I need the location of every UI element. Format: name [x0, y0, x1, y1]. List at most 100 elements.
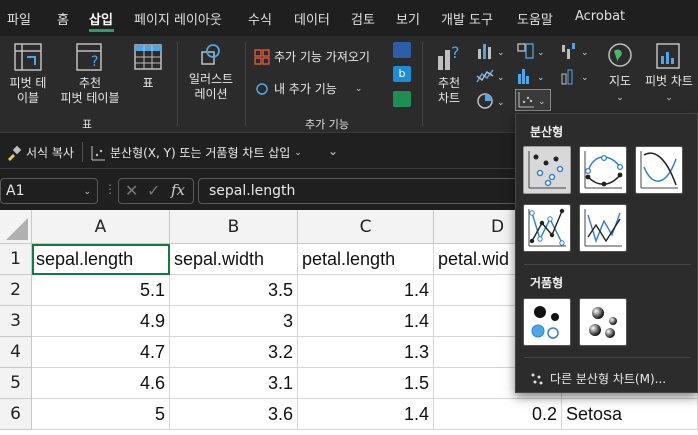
column-header-a[interactable]: A: [32, 210, 170, 244]
tab-help[interactable]: 도움말: [517, 9, 553, 28]
table-label: 표: [142, 76, 154, 90]
hierarchy-chart-button[interactable]: ⌄: [515, 41, 549, 61]
insert-function-button[interactable]: fx: [171, 181, 185, 199]
column-header-c[interactable]: C: [298, 210, 434, 244]
3d-bubble-option[interactable]: [579, 298, 627, 346]
format-painter-label: 서식 복사: [26, 146, 74, 160]
cell-b3[interactable]: 3: [170, 306, 298, 337]
cell-b5[interactable]: 3.1: [170, 368, 298, 399]
visio-icon[interactable]: [393, 42, 411, 58]
insert-scatter-button[interactable]: 분산형(X, Y) 또는 거품형 차트 삽입 ⌄: [90, 144, 302, 161]
scatter-straight-markers-option[interactable]: [523, 204, 571, 252]
row-header[interactable]: 1: [0, 244, 32, 275]
format-painter-button[interactable]: 서식 복사: [6, 144, 74, 161]
tables-group-label: 표: [82, 118, 93, 131]
tab-acrobat[interactable]: Acrobat: [575, 9, 625, 24]
menu-bar: 파일 홈 삽입 페이지 레이아웃 수식 데이터 검토 보기 개발 도구 도움말 …: [0, 0, 698, 36]
column-chart-icon: ⌄: [478, 44, 505, 59]
tab-page-layout[interactable]: 페이지 레이아웃: [134, 9, 222, 28]
cell-b6[interactable]: 3.6: [170, 399, 298, 430]
tab-view[interactable]: 보기: [396, 9, 420, 28]
row-header[interactable]: 3: [0, 306, 32, 337]
pie-chart-button[interactable]: ⌄: [475, 91, 509, 111]
statistic-chart-button[interactable]: ⌄: [515, 66, 549, 86]
scatter-section-header: 분산형: [530, 125, 564, 139]
row-header[interactable]: 4: [0, 337, 32, 368]
cell-a2[interactable]: 5.1: [32, 275, 170, 306]
bubble-option[interactable]: [523, 298, 571, 346]
tab-review[interactable]: 검토: [351, 9, 375, 28]
ribbon-separator: [245, 42, 246, 126]
row-header[interactable]: 2: [0, 275, 32, 306]
tab-developer[interactable]: 개발 도구: [441, 9, 493, 28]
recommended-pivot-button[interactable]: ? 추천 피벗 테이블: [54, 42, 126, 106]
cell-b2[interactable]: 3.5: [170, 275, 298, 306]
name-box[interactable]: A1 ⌄: [0, 178, 98, 204]
cell-c6[interactable]: 1.4: [298, 399, 434, 430]
tab-home[interactable]: 홈: [57, 9, 69, 28]
bing-icon[interactable]: b: [393, 66, 411, 82]
formula-tools: ✕ ✓ fx: [118, 178, 194, 204]
3d-bubble-chart-icon: [589, 307, 617, 338]
addins-group-label: 추가 기능: [305, 118, 349, 131]
row-header[interactable]: 5: [0, 368, 32, 399]
maps-label: 지도: [608, 74, 632, 88]
tab-data[interactable]: 데이터: [294, 9, 330, 28]
tab-formulas[interactable]: 수식: [248, 9, 272, 28]
cell-c1[interactable]: petal.length: [298, 244, 434, 275]
cell-c3[interactable]: 1.4: [298, 306, 434, 337]
more-scatter-charts-link[interactable]: 다른 분산형 차트(M)...: [530, 370, 666, 387]
scatter-smooth-markers-icon: [584, 151, 624, 189]
scatter-chart-button[interactable]: ⌄: [515, 89, 551, 111]
scatter-chart-icon: ⌄: [518, 92, 546, 108]
cell-d6[interactable]: 0.2: [434, 399, 562, 430]
scatter-option[interactable]: [523, 146, 571, 194]
recommended-charts-button[interactable]: ? 추천 차트: [429, 42, 469, 106]
enter-icon[interactable]: ✓: [147, 181, 160, 200]
cell-e6[interactable]: Setosa: [562, 399, 698, 430]
tab-file[interactable]: 파일: [7, 9, 31, 28]
column-header-b[interactable]: B: [170, 210, 298, 244]
pivot-table-button[interactable]: 피벗 테 이블: [6, 42, 50, 106]
line-chart-button[interactable]: ⌄: [475, 66, 509, 86]
customize-toolbar-icon[interactable]: ⌄: [328, 144, 338, 158]
cell-a5[interactable]: 4.6: [32, 368, 170, 399]
scatter-smooth-lines-option[interactable]: [635, 146, 683, 194]
column-chart-button[interactable]: ⌄: [475, 41, 509, 61]
cell-a3[interactable]: 4.9: [32, 306, 170, 337]
cell-a1[interactable]: sepal.length: [32, 244, 170, 275]
people-graph-icon[interactable]: [393, 91, 411, 107]
pivot-chart-button[interactable]: 피벗 차트 ⌄: [640, 42, 698, 106]
scatter-straight-lines-option[interactable]: [579, 204, 627, 252]
row-header[interactable]: 6: [0, 399, 32, 430]
formula-input[interactable]: sepal.length: [198, 178, 528, 204]
scatter-straight-markers-icon: [528, 208, 566, 247]
combo-chart-button[interactable]: ⌄: [559, 66, 593, 86]
illustrations-label: 일러스트 레이션: [188, 72, 234, 101]
formula-bar-grip-icon[interactable]: ⋮: [104, 182, 116, 196]
cell-c4[interactable]: 1.3: [298, 337, 434, 368]
select-all-corner[interactable]: [0, 210, 32, 244]
svg-text:⌄: ⌄: [497, 73, 505, 83]
table-button[interactable]: 표: [132, 42, 164, 91]
cell-b4[interactable]: 3.2: [170, 337, 298, 368]
hierarchy-chart-icon: ⌄: [517, 43, 545, 59]
chevron-down-icon: ⌄: [616, 93, 624, 103]
get-addins-button[interactable]: 추가 기능 가져오기: [254, 48, 370, 65]
cell-b1[interactable]: sepal.width: [170, 244, 298, 275]
cell-c5[interactable]: 1.5: [298, 368, 434, 399]
cell-a4[interactable]: 4.7: [32, 337, 170, 368]
illustrations-button[interactable]: 일러스트 레이션: [184, 42, 238, 102]
scatter-smooth-markers-option[interactable]: [579, 146, 627, 194]
dropdown-divider: [524, 264, 691, 265]
maps-button[interactable]: 지도 ⌄: [604, 42, 636, 106]
chevron-down-icon: ⌄: [354, 83, 363, 94]
my-addins-button[interactable]: 내 추가 기능 ⌄: [254, 80, 362, 97]
combo-chart-icon: ⌄: [561, 69, 589, 85]
waterfall-chart-button[interactable]: ⌄: [559, 41, 593, 61]
tab-insert[interactable]: 삽입: [89, 9, 113, 28]
svg-text:⌄: ⌄: [537, 48, 545, 58]
cell-a6[interactable]: 5: [32, 399, 170, 430]
cancel-icon[interactable]: ✕: [125, 181, 138, 200]
cell-c2[interactable]: 1.4: [298, 275, 434, 306]
